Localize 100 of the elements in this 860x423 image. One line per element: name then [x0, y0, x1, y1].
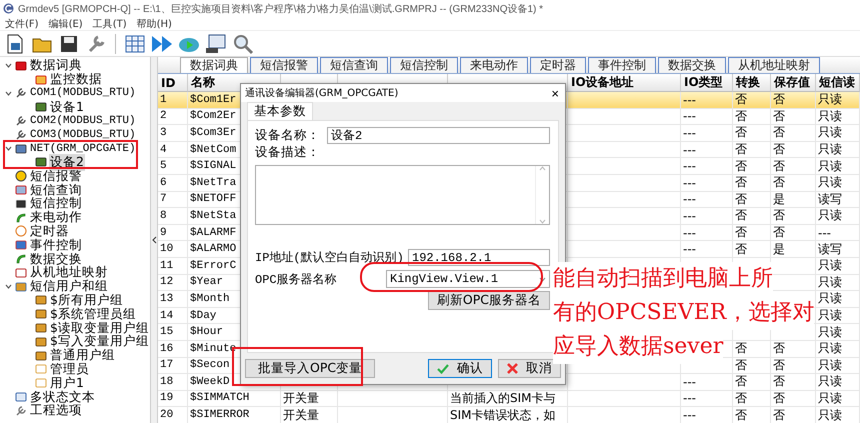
ip-address-field[interactable]: 192.168.2.1	[408, 249, 550, 266]
table-cell: 否	[771, 174, 816, 192]
table-cell: 7	[158, 192, 188, 208]
tab[interactable]: 基本参数	[247, 102, 313, 120]
table-cell: 否	[733, 241, 771, 258]
table-cell: 读写	[816, 241, 860, 258]
tab[interactable]: 从机地址映射	[728, 57, 820, 73]
tab[interactable]: 短信控制	[390, 57, 458, 73]
table-cell: 否	[733, 340, 771, 358]
table-cell: 否	[733, 174, 771, 192]
tree-item[interactable]: 工程选项	[29, 402, 83, 420]
tree-item[interactable]: COM2(MODBUS_RTU)	[29, 115, 137, 128]
table-cell: 只读	[816, 274, 860, 292]
column-header[interactable]: 保存值	[771, 74, 816, 92]
table-cell: 是	[771, 241, 816, 258]
table-cell: 否	[733, 407, 771, 423]
tab[interactable]: 数据交换	[658, 57, 726, 73]
table-cell: SIM卡错误状态，如	[448, 407, 568, 423]
table-cell: ---	[681, 208, 733, 225]
column-header[interactable]: IO类型	[681, 74, 733, 92]
menu-item[interactable]: 文件(F)	[5, 16, 39, 30]
table-cell: ---	[816, 224, 860, 242]
table-cell: 5	[158, 158, 188, 175]
table-cell: 否	[771, 158, 816, 175]
tree-item[interactable]: COM1(MODBUS_RTU)	[29, 87, 137, 100]
table-cell: 14	[158, 308, 188, 324]
annotation-text: 有的OPCSEVER，选择对	[553, 296, 814, 330]
menu-item[interactable]: 工具(T)	[92, 16, 127, 30]
table-cell: 9	[158, 224, 188, 242]
table-cell: 只读	[816, 407, 860, 423]
refresh-button[interactable]: 刷新OPC服务器名	[428, 291, 550, 310]
table-cell: 只读	[816, 308, 860, 324]
column-header[interactable]: IO设备地址	[568, 74, 681, 92]
tree-item[interactable]: NET(GRM_OPCGATE)	[29, 142, 137, 155]
table-cell: 只读	[816, 158, 860, 175]
table-cell: 否	[733, 374, 771, 391]
table-cell: 否	[733, 390, 771, 408]
table-cell: ---	[681, 142, 733, 158]
table-cell: 否	[771, 390, 816, 408]
confirm-button[interactable]: 确认	[428, 359, 492, 378]
device-name-field[interactable]: 设备2	[327, 127, 550, 144]
table-cell: 3	[158, 125, 188, 142]
tab[interactable]: 数据词典	[180, 57, 248, 73]
table-cell: 否	[771, 340, 816, 358]
tab[interactable]: 事件控制	[588, 57, 656, 73]
table-cell: 11	[158, 258, 188, 275]
tree-item[interactable]: 短信控制	[29, 195, 83, 212]
column-header[interactable]: ID	[158, 74, 188, 92]
tree-item[interactable]: COM3(MODBUS_RTU)	[29, 128, 137, 141]
tab[interactable]: 来电动作	[460, 57, 528, 73]
table-cell: ---	[681, 390, 733, 408]
table-cell: ---	[681, 125, 733, 142]
table-cell: 开关量	[281, 407, 338, 423]
table-cell: 只读	[816, 125, 860, 142]
tab[interactable]: 短信报警	[250, 57, 318, 73]
table-cell: 否	[733, 108, 771, 126]
table-cell: $SIMERROR	[188, 407, 281, 423]
table-cell: 只读	[816, 108, 860, 126]
table-cell: 只读	[816, 340, 860, 358]
table-cell: 否	[771, 142, 816, 158]
table-cell: 否	[733, 125, 771, 142]
table-cell: 只读	[816, 291, 860, 308]
table-cell: 否	[733, 192, 771, 208]
table-cell: 17	[158, 358, 188, 374]
table-cell: ---	[681, 92, 733, 109]
opc-server-dropdown[interactable]: KingView.View.1	[386, 270, 550, 288]
table-cell: 否	[733, 224, 771, 242]
column-header[interactable]: 转换	[733, 74, 771, 92]
table-cell: 只读	[816, 258, 860, 275]
table-cell: 只读	[816, 324, 860, 341]
table-cell: 否	[771, 224, 816, 242]
table-cell: 6	[158, 174, 188, 192]
table-cell: 读写	[816, 192, 860, 208]
column-header[interactable]: 短信读	[816, 74, 860, 92]
table-cell: ---	[681, 241, 733, 258]
table-cell: 只读	[816, 390, 860, 408]
table-cell: 13	[158, 291, 188, 308]
table-cell: 只读	[816, 208, 860, 225]
table-cell: 否	[771, 208, 816, 225]
table-cell: ---	[681, 374, 733, 391]
tree-item[interactable]: 设备1	[49, 98, 85, 116]
menu-item[interactable]: 帮助(H)	[136, 16, 172, 30]
menu-item[interactable]: 编辑(E)	[48, 16, 83, 30]
tab[interactable]: 短信查询	[320, 57, 388, 73]
table-cell: 否	[771, 92, 816, 109]
tab[interactable]: 定时器	[530, 57, 586, 73]
table-cell: 2	[158, 108, 188, 126]
table-cell: 否	[771, 358, 816, 374]
table-cell: 18	[158, 374, 188, 391]
table-cell: 10	[158, 241, 188, 258]
table-cell: ---	[681, 192, 733, 208]
table-cell: ---	[681, 407, 733, 423]
annotation-text: 能自动扫描到电脑上所	[553, 262, 773, 296]
table-cell: 4	[158, 142, 188, 158]
import-button[interactable]: 批量导入OPC变量	[245, 359, 376, 378]
close-button[interactable]: ×	[551, 86, 559, 100]
table-cell: 8	[158, 208, 188, 225]
cancel-button[interactable]: 取消	[498, 359, 561, 378]
table-cell: 否	[771, 374, 816, 391]
table-cell: 否	[771, 108, 816, 126]
